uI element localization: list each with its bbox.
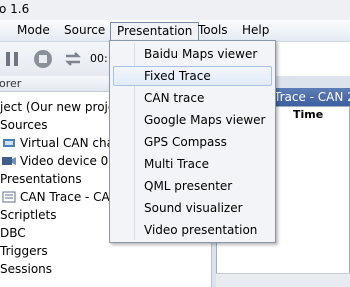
menu-help[interactable]: Help [236, 22, 275, 41]
toolbar: 00: [0, 42, 110, 76]
menu-tools[interactable]: Tools [192, 22, 234, 41]
menu-item-sound-visualizer[interactable]: Sound visualizer [113, 198, 272, 218]
menu-item-multi-trace[interactable]: Multi Trace [113, 154, 272, 174]
window-title: o 1.6 [0, 2, 30, 16]
stop-icon [34, 50, 52, 68]
can-trace-icon [2, 191, 16, 203]
tree-item-presentations[interactable]: Presentations [0, 170, 82, 188]
tree-item-label: CAN Trace - CAN [20, 190, 119, 204]
tree-item-label: Sources [0, 118, 48, 132]
tree-item-label: Presentations [0, 172, 82, 186]
tree-item-label: Sessions [0, 262, 53, 276]
tree-item-label: DBC [0, 226, 26, 240]
loop-button[interactable] [62, 48, 84, 70]
video-device-icon [2, 157, 16, 165]
tree-item-triggers[interactable]: Triggers [0, 242, 48, 260]
menu-item-google-maps-viewer[interactable]: Google Maps viewer [113, 110, 272, 130]
horizontal-scrollbar[interactable] [216, 273, 350, 287]
menu-item-qml-presenter[interactable]: QML presenter [113, 176, 272, 196]
tree-item-project[interactable]: ject (Our new project [0, 98, 127, 116]
menubar: Mode Source Presentation Tools Help [0, 20, 350, 42]
menu-item-can-trace[interactable]: CAN trace [113, 88, 272, 108]
tree-item-label: Virtual CAN char [20, 136, 119, 150]
tree-item-scriptlets[interactable]: Scriptlets [0, 206, 56, 224]
tree-item-label: Scriptlets [0, 208, 57, 222]
menu-item-video-presentation[interactable]: Video presentation [113, 220, 272, 240]
menu-item-gps-compass[interactable]: GPS Compass [113, 132, 272, 152]
menu-item-fixed-trace[interactable]: Fixed Trace [113, 66, 272, 86]
explorer-title: orer [0, 77, 22, 90]
playback-time: 00: [90, 52, 108, 65]
tree-item-sessions[interactable]: Sessions [0, 260, 52, 278]
loop-icon [65, 52, 81, 66]
menu-mode[interactable]: Mode [11, 22, 56, 41]
pause-icon [6, 52, 18, 66]
presentation-menu-dropdown: Baidu Maps viewer Fixed Trace CAN trace … [109, 40, 276, 243]
pause-button[interactable] [2, 48, 24, 70]
menu-presentation[interactable]: Presentation [110, 22, 200, 41]
tree-item-label: ject (Our new project [0, 100, 127, 114]
menu-item-baidu-maps-viewer[interactable]: Baidu Maps viewer [113, 44, 272, 64]
tree-item-dbc[interactable]: DBC [0, 224, 26, 242]
can-source-icon [3, 139, 15, 147]
column-header-time[interactable]: Time [293, 108, 323, 121]
menu-source[interactable]: Source [58, 22, 111, 41]
window-titlebar: o 1.6 [0, 0, 350, 20]
tree-item-sources[interactable]: Sources [0, 116, 47, 134]
tree-item-label: Video device 0 In [20, 154, 124, 168]
stop-button[interactable] [32, 48, 54, 70]
tree-item-label: Triggers [0, 244, 48, 258]
